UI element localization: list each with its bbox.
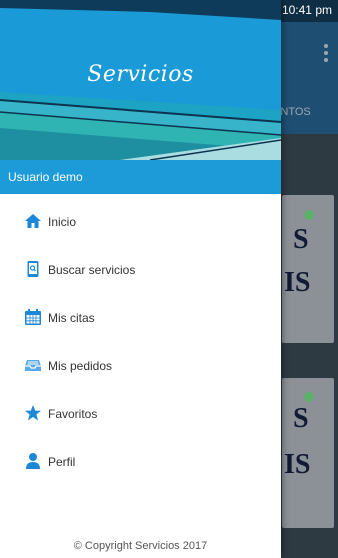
user-name: Usuario demo xyxy=(8,170,83,184)
card-text: S xyxy=(293,403,309,434)
search-device-icon xyxy=(24,260,42,278)
menu-item-mis-pedidos[interactable]: Mis pedidos xyxy=(0,342,281,390)
user-header[interactable]: Usuario demo xyxy=(0,160,281,194)
clock: 10:41 pm xyxy=(281,3,332,17)
online-indicator-icon xyxy=(304,392,314,402)
overflow-menu-icon[interactable] xyxy=(324,44,328,62)
menu-item-favoritos[interactable]: Favoritos xyxy=(0,390,281,438)
app-logo: Servicios xyxy=(87,62,194,87)
menu-item-label: Mis citas xyxy=(48,311,95,325)
calendar-icon xyxy=(24,308,42,326)
navigation-drawer: Servicios Usuario demo Inicio Buscar ser… xyxy=(0,0,281,558)
card-text: IS xyxy=(284,267,311,298)
menu-item-label: Mis pedidos xyxy=(48,359,113,373)
menu-item-buscar-servicios[interactable]: Buscar servicios xyxy=(0,246,281,294)
star-icon xyxy=(24,404,42,422)
card-text: S xyxy=(293,224,309,255)
menu-item-label: Favoritos xyxy=(48,407,98,421)
menu-item-mis-citas[interactable]: Mis citas xyxy=(0,294,281,342)
drawer-header: Servicios xyxy=(0,0,281,160)
person-icon xyxy=(24,452,42,470)
menu-item-label: Inicio xyxy=(48,215,77,229)
online-indicator-icon xyxy=(304,210,314,220)
copyright-footer: © Copyright Servicios 2017 xyxy=(73,540,208,552)
menu-item-label: Buscar servicios xyxy=(48,263,136,277)
menu-item-inicio[interactable]: Inicio xyxy=(0,198,281,246)
menu-item-label: Perfil xyxy=(48,455,76,469)
drawer-menu: Inicio Buscar servicios Mis citas Mis pe… xyxy=(0,198,281,486)
card-text: IS xyxy=(284,449,311,480)
inbox-tray-icon xyxy=(24,356,42,374)
home-icon xyxy=(24,212,42,230)
menu-item-perfil[interactable]: Perfil xyxy=(0,438,281,486)
